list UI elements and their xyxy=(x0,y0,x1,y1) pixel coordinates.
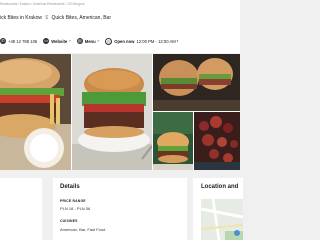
location-map[interactable] xyxy=(201,199,243,240)
breadcrumb[interactable]: Restaurants / Krakow / American Restaura… xyxy=(0,2,85,6)
hours-status: Open now xyxy=(114,38,135,44)
computer-icon: ▭ xyxy=(43,38,50,44)
price-range-value: PLN 18 - PLN 36 xyxy=(60,206,91,211)
burger-closeup-photo[interactable] xyxy=(153,54,240,111)
details-heading: Details xyxy=(60,184,80,190)
price-range-label: PRICE RANGE xyxy=(60,199,86,203)
overview-card xyxy=(0,178,42,240)
burger-fries-photo[interactable] xyxy=(0,54,71,170)
external-link-icon: ↗ xyxy=(96,39,100,43)
website-label: Website xyxy=(51,38,68,44)
menu-label: Menu xyxy=(84,38,96,44)
header-area: Restaurants / Krakow / American Restaura… xyxy=(0,0,240,53)
burger-side-photo[interactable] xyxy=(153,112,193,170)
chevron-down-icon: ▾ xyxy=(176,39,179,43)
restaurant-type-label: ick Bites in Krakow xyxy=(0,15,42,21)
price-symbol: $ xyxy=(45,15,49,21)
menu-link[interactable]: ▤ Menu ↗ xyxy=(76,38,100,44)
cuisines-label: CUISINES xyxy=(60,219,78,223)
cuisines-value: American, Bar, Fast Food xyxy=(60,227,106,232)
phone-icon: ✆ xyxy=(0,38,6,44)
info-row: ✆ +48 12 788 106 ▭ Website ↗ ▤ Menu ↗ ◷ … xyxy=(0,37,184,45)
cuisine-tags: Quick Bites, American, Bar xyxy=(51,15,111,21)
restaurant-meta: ick Bites in Krakow $ Quick Bites, Ameri… xyxy=(0,15,111,21)
hours-value: 12:00 PM - 12:00 AM xyxy=(136,38,176,44)
external-link-icon: ↗ xyxy=(68,39,71,43)
burger-plate-photo[interactable] xyxy=(72,54,152,170)
clock-icon: ◷ xyxy=(105,37,113,45)
phone-link[interactable]: ✆ +48 12 788 106 xyxy=(0,38,37,44)
hours-toggle[interactable]: ◷ Open now 12:00 PM - 12:00 AM ▾ xyxy=(105,37,179,45)
menu-book-icon: ▤ xyxy=(76,38,83,44)
phone-number: +48 12 788 106 xyxy=(8,38,38,44)
details-card: Details PRICE RANGE PLN 18 - PLN 36 CUIS… xyxy=(53,178,187,240)
meat-dish-photo[interactable] xyxy=(194,112,240,170)
location-heading: Location and xyxy=(201,184,239,190)
photo-gallery xyxy=(0,54,240,170)
website-link[interactable]: ▭ Website ↗ xyxy=(43,38,71,44)
location-card: Location and xyxy=(193,178,243,240)
